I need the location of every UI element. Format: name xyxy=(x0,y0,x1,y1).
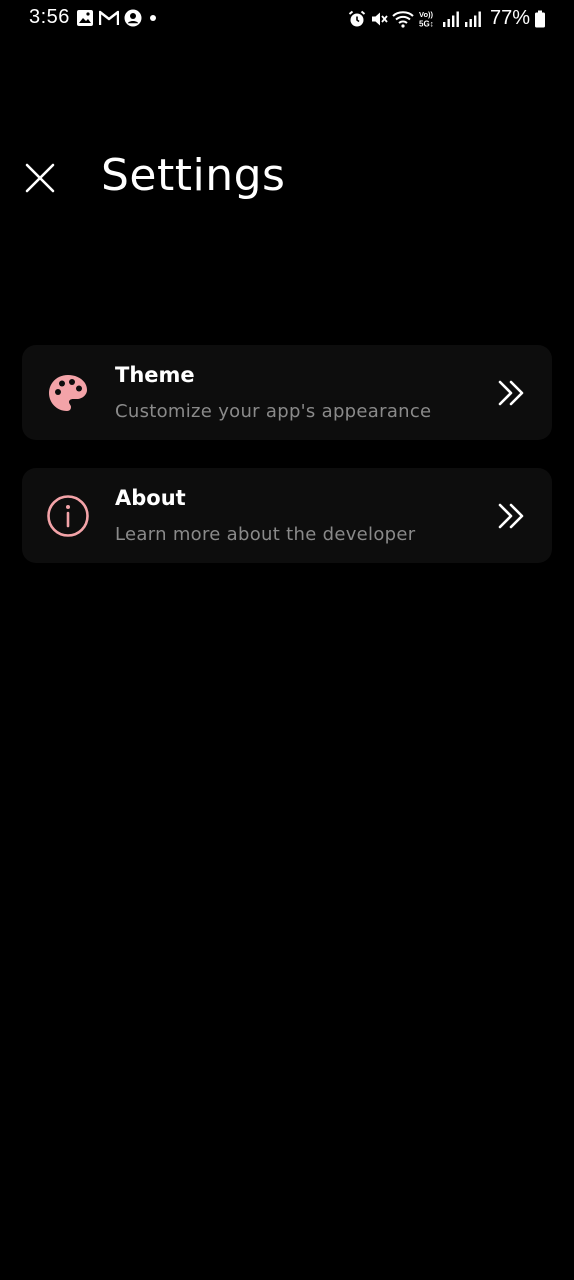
info-icon xyxy=(47,495,89,537)
gmail-icon xyxy=(99,10,119,25)
settings-item-title: About xyxy=(115,486,186,510)
battery-icon xyxy=(535,10,545,27)
mute-icon xyxy=(371,12,388,25)
settings-item-about[interactable]: About Learn more about the developer xyxy=(22,468,552,563)
alarm-icon xyxy=(348,10,366,26)
volte-5g-icon: Vo)) 5G↕ xyxy=(419,10,434,29)
double-chevron-right-icon xyxy=(498,380,524,406)
signal-icon xyxy=(442,11,459,27)
gallery-icon xyxy=(77,10,93,26)
settings-item-subtitle: Learn more about the developer xyxy=(115,524,416,545)
settings-screen: 3:56 Vo)) 5G↕ 77% Settings Theme Customi… xyxy=(0,0,574,1280)
notification-icons xyxy=(76,9,159,27)
wifi-icon xyxy=(392,10,414,28)
signal-icon xyxy=(464,11,481,27)
system-icons: Vo)) 5G↕ 77% xyxy=(348,7,546,30)
settings-item-subtitle: Customize your app's appearance xyxy=(115,401,432,422)
battery-percent: 77% xyxy=(489,7,530,29)
account-icon xyxy=(124,9,142,27)
palette-icon xyxy=(49,375,87,411)
close-button[interactable] xyxy=(22,160,58,196)
dot-icon xyxy=(150,15,156,21)
close-icon xyxy=(25,163,55,193)
svg-text:5G↕: 5G↕ xyxy=(419,19,434,28)
double-chevron-right-icon xyxy=(498,503,524,529)
settings-list: Theme Customize your app's appearance Ab… xyxy=(22,345,552,591)
status-time: 3:56 xyxy=(29,6,70,28)
settings-item-title: Theme xyxy=(115,363,195,387)
status-bar: 3:56 Vo)) 5G↕ 77% xyxy=(0,0,574,38)
svg-text:Vo)): Vo)) xyxy=(419,10,434,19)
settings-item-theme[interactable]: Theme Customize your app's appearance xyxy=(22,345,552,440)
page-title: Settings xyxy=(101,150,286,201)
